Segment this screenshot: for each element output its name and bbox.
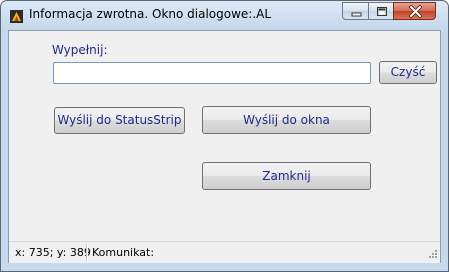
- title-bar[interactable]: Informacja zwrotna. Okno dialogowe:.AL: [1, 1, 448, 30]
- app-icon[interactable]: [10, 8, 23, 23]
- minimize-button[interactable]: [342, 2, 369, 20]
- send-to-statusstrip-button[interactable]: Wyślij do StatusStrip: [54, 107, 185, 134]
- close-button[interactable]: Zamknij: [202, 162, 371, 190]
- dialog-client-area: Wypełnij: Czyść Wyślij do StatusStrip Wy…: [8, 30, 441, 263]
- status-message: Komunikat:: [92, 246, 155, 259]
- fill-label: Wypełnij:: [52, 43, 108, 57]
- maximize-icon: [377, 7, 387, 16]
- text-input[interactable]: [53, 62, 371, 84]
- window-title: Informacja zwrotna. Okno dialogowe:.AL: [29, 7, 272, 21]
- clear-button[interactable]: Czyść: [379, 61, 437, 84]
- status-separator: [86, 244, 88, 261]
- dialog-window: Informacja zwrotna. Okno dialogowe:.AL W…: [0, 0, 449, 272]
- close-icon: [408, 4, 423, 19]
- status-strip: x: 735; y: 389 Komunikat:: [9, 241, 440, 263]
- status-coordinates: x: 735; y: 389: [15, 246, 91, 259]
- close-window-button[interactable]: [393, 2, 436, 20]
- minimize-icon: [351, 12, 362, 17]
- send-to-window-button[interactable]: Wyślij do okna: [202, 106, 371, 134]
- maximize-button[interactable]: [368, 2, 394, 20]
- resize-grip-icon[interactable]: [427, 250, 437, 260]
